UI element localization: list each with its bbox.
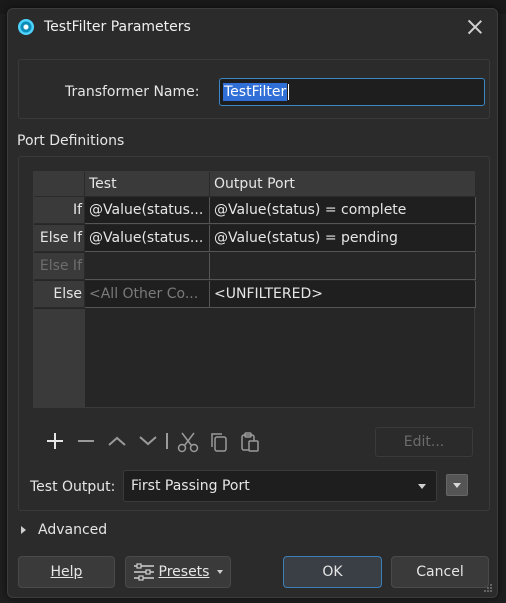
row-header-else-if[interactable]: Else If (34, 225, 85, 252)
advanced-label: Advanced (38, 522, 108, 538)
plus-icon (47, 433, 63, 449)
window-title: TestFilter Parameters (44, 19, 191, 35)
close-icon[interactable] (465, 17, 485, 37)
help-button[interactable]: Help (18, 556, 115, 588)
cancel-button[interactable]: Cancel (391, 556, 489, 588)
table-cell-test[interactable]: @Value(status... (85, 197, 210, 224)
help-label: Help (50, 564, 83, 580)
test-output-menu-button[interactable] (446, 474, 468, 496)
toolbar-separator (165, 427, 173, 455)
chevron-down-icon (418, 484, 426, 489)
table-cell-output[interactable]: <UNFILTERED> (210, 281, 476, 308)
table-cell-output[interactable]: @Value(status) = complete (210, 197, 476, 224)
cut-button[interactable] (173, 427, 204, 455)
scissors-icon (177, 432, 199, 453)
row-header-filler (34, 309, 85, 408)
edit-button[interactable]: Edit... (375, 427, 473, 457)
table-cell-test[interactable] (85, 253, 210, 280)
port-toolbar (41, 427, 266, 455)
transformer-name-group: Transformer Name: TestFilter (18, 59, 490, 119)
dialog-window: TestFilter Parameters Transformer Name: … (7, 8, 498, 598)
move-down-button[interactable] (134, 427, 165, 455)
add-row-button[interactable] (41, 427, 72, 455)
table-cell-output[interactable] (210, 253, 476, 280)
port-table: Test Output Port If @Value(status... @Va… (33, 171, 476, 408)
sliders-icon (133, 563, 154, 581)
title-bar: TestFilter Parameters (8, 9, 497, 45)
transformer-name-input[interactable]: TestFilter (219, 78, 485, 106)
row-header-else[interactable]: Else (34, 281, 85, 308)
ok-button[interactable]: OK (283, 556, 382, 588)
column-header-test[interactable]: Test (85, 172, 210, 197)
table-cell-test[interactable]: <All Other Co... (85, 281, 210, 308)
paste-icon (241, 432, 259, 452)
presets-button[interactable]: Presets (125, 556, 231, 588)
resize-grip-icon[interactable] (483, 583, 493, 593)
advanced-toggle[interactable]: Advanced (21, 522, 107, 538)
text-caret (288, 84, 290, 100)
row-header-if[interactable]: If (34, 197, 85, 224)
port-definitions-group: Test Output Port If @Value(status... @Va… (18, 156, 490, 511)
copy-icon (211, 433, 227, 452)
presets-label: Presets (158, 564, 210, 580)
port-definitions-label: Port Definitions (17, 133, 125, 149)
chevron-down-icon (139, 436, 157, 446)
table-cell-test[interactable]: @Value(status... (85, 225, 210, 252)
transformer-name-label: Transformer Name: (65, 84, 200, 100)
remove-row-button[interactable] (72, 427, 103, 455)
expand-arrow-icon (21, 526, 26, 534)
table-cell-output[interactable]: @Value(status) = pending (210, 225, 476, 252)
minus-icon (78, 440, 94, 442)
column-header-output-port[interactable]: Output Port (210, 172, 476, 197)
paste-button[interactable] (235, 427, 266, 455)
table-corner-header (34, 172, 85, 197)
copy-button[interactable] (204, 427, 235, 455)
transformer-name-value: TestFilter (223, 83, 288, 101)
test-output-select[interactable]: First Passing Port (123, 470, 437, 502)
app-icon (18, 19, 34, 35)
row-header-else-if-new[interactable]: Else If (34, 253, 85, 280)
test-output-value: First Passing Port (131, 478, 250, 494)
chevron-up-icon (108, 436, 126, 446)
move-up-button[interactable] (103, 427, 134, 455)
test-output-label: Test Output: (30, 479, 116, 495)
chevron-down-icon (217, 570, 224, 574)
